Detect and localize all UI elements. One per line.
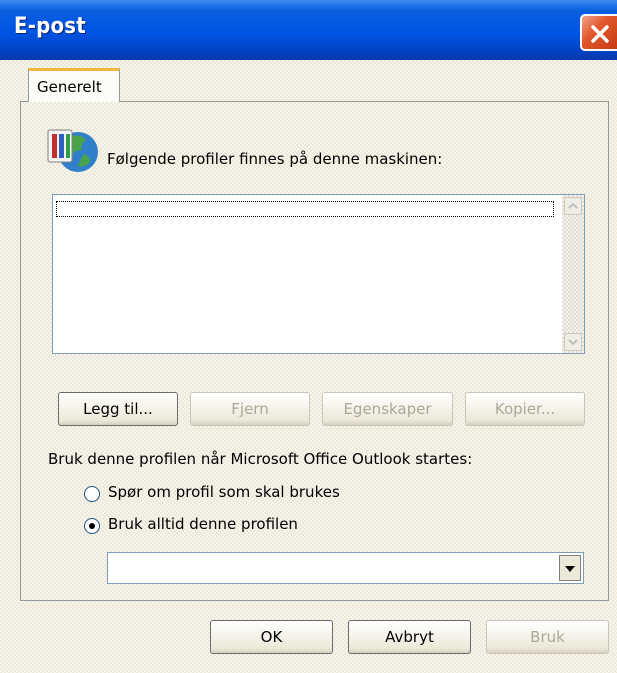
chevron-down-icon bbox=[568, 339, 578, 346]
profile-select-dropdown-button[interactable] bbox=[559, 555, 581, 581]
profile-select[interactable] bbox=[107, 552, 584, 584]
scroll-down-button[interactable] bbox=[564, 333, 582, 351]
tab-general[interactable]: Generelt bbox=[28, 68, 120, 102]
startup-label: Bruk denne profilen når Microsoft Office… bbox=[48, 450, 473, 468]
copy-profile-button[interactable]: Kopier... bbox=[465, 392, 585, 426]
window-title: E-post bbox=[14, 14, 86, 39]
profile-list[interactable] bbox=[52, 194, 585, 354]
title-bar[interactable]: E-post bbox=[0, 0, 617, 60]
remove-profile-button[interactable]: Fjern bbox=[190, 392, 310, 426]
radio-selected-dot bbox=[89, 523, 95, 529]
close-button[interactable] bbox=[580, 14, 617, 51]
ok-button[interactable]: OK bbox=[210, 620, 333, 654]
properties-button[interactable]: Egenskaper bbox=[322, 392, 453, 426]
scroll-up-button[interactable] bbox=[564, 197, 582, 215]
mail-dialog: E-post Generelt Følgende profiler finnes… bbox=[0, 0, 617, 673]
radio-prompt-label[interactable]: Spør om profil som skal brukes bbox=[108, 483, 340, 501]
cancel-button[interactable]: Avbryt bbox=[348, 620, 471, 654]
chevron-up-icon bbox=[568, 202, 578, 209]
profile-icon bbox=[47, 129, 98, 172]
radio-always-profile[interactable] bbox=[84, 518, 100, 534]
add-profile-button[interactable]: Legg til... bbox=[58, 392, 178, 426]
tab-general-label: Generelt bbox=[37, 78, 102, 96]
apply-button[interactable]: Bruk bbox=[486, 620, 609, 654]
close-icon bbox=[591, 25, 609, 43]
list-focus-row bbox=[56, 201, 554, 217]
dropdown-arrow-icon bbox=[565, 566, 575, 572]
profile-list-scrollbar[interactable] bbox=[562, 195, 584, 353]
profiles-heading: Følgende profiler finnes på denne maskin… bbox=[107, 150, 443, 168]
radio-always-label[interactable]: Bruk alltid denne profilen bbox=[108, 515, 298, 533]
radio-prompt-profile[interactable] bbox=[84, 486, 100, 502]
